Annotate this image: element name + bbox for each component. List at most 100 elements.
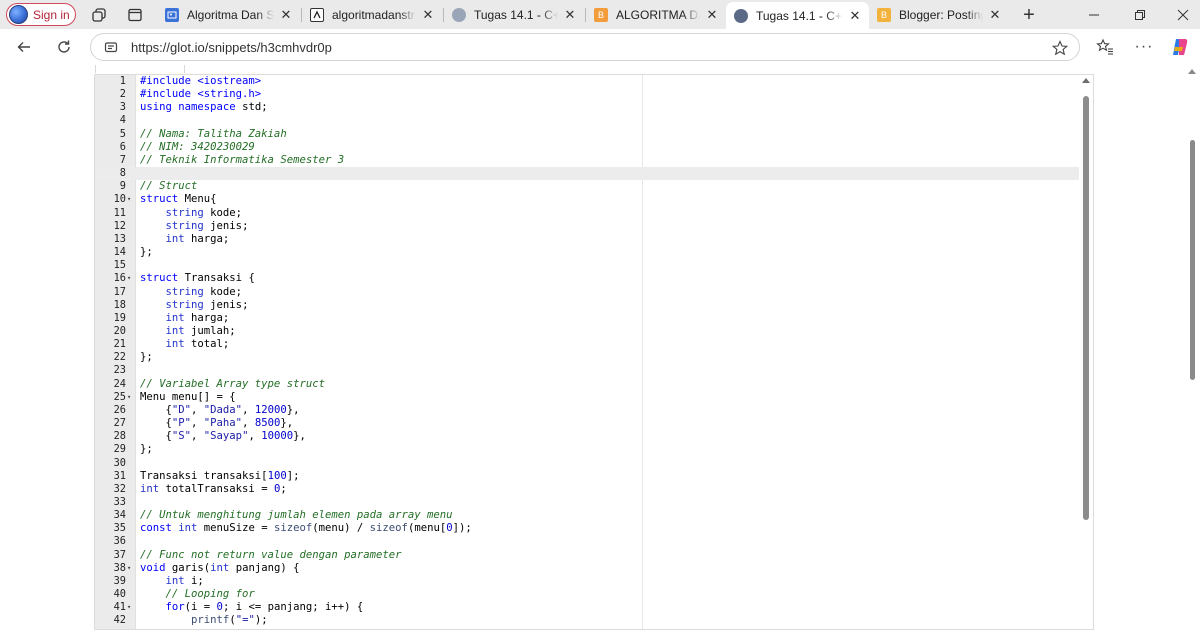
code-line[interactable]: 28 {"S", "Sayap", 10000}, bbox=[95, 430, 1093, 443]
close-tab-icon[interactable]: ✕ bbox=[847, 8, 863, 24]
code-line[interactable]: 20 int jumlah; bbox=[95, 325, 1093, 338]
code-text: // Nama: Talitha Zakiah bbox=[140, 127, 287, 140]
code-line[interactable]: 26 {"D", "Dada", 12000}, bbox=[95, 404, 1093, 417]
code-lines[interactable]: 1 #include <iostream> 2 #include <string.h>… bbox=[95, 75, 1093, 628]
close-tab-icon[interactable]: ✕ bbox=[278, 7, 294, 23]
code-line[interactable]: 3 using namespace std; bbox=[95, 101, 1093, 114]
code-text: int harga; bbox=[165, 232, 230, 245]
code-line[interactable]: 7 // Teknik Informatika Semester 3 bbox=[95, 154, 1093, 167]
site-info-icon[interactable] bbox=[103, 39, 119, 55]
code-line[interactable]: 42 printf("="); bbox=[95, 614, 1093, 627]
code-text: // NIM: 3420230029 bbox=[140, 140, 255, 153]
tab-algoritmadanstruktur[interactable]: algoritmadanstruktur ✕ bbox=[302, 2, 442, 28]
code-line[interactable]: 35 const int menuSize = sizeof(menu) / si… bbox=[95, 522, 1093, 535]
new-tab-button[interactable]: + bbox=[1018, 4, 1040, 26]
code-line[interactable]: 16 ▾ struct Transaksi { bbox=[95, 272, 1093, 285]
fold-toggle-icon[interactable]: ▾ bbox=[127, 391, 135, 404]
code-line[interactable]: 1 #include <iostream> bbox=[95, 75, 1093, 88]
code-line[interactable]: 23 bbox=[95, 364, 1093, 377]
tab-actions-icon[interactable] bbox=[125, 5, 145, 25]
code-editor[interactable]: 1 #include <iostream> 2 #include <string.h>… bbox=[94, 74, 1094, 630]
code-line[interactable]: 34 // Untuk menghitung jumlah elemen pada… bbox=[95, 509, 1093, 522]
favorites-icon[interactable] bbox=[1093, 35, 1117, 59]
code-text: int totalTransaksi = 0; bbox=[140, 482, 287, 495]
tab-blogger-postingan[interactable]: B Blogger: Postingan ✕ bbox=[869, 2, 1009, 28]
tab-algoritma-dan-struktur[interactable]: B ALGORITMA DAN STRUKTUR ✕ bbox=[586, 2, 726, 28]
code-line[interactable]: 21 int total; bbox=[95, 338, 1093, 351]
code-line[interactable]: 8 bbox=[95, 167, 1093, 181]
close-tab-icon[interactable]: ✕ bbox=[987, 7, 1003, 23]
close-tab-icon[interactable]: ✕ bbox=[562, 7, 578, 23]
code-line[interactable]: 30 bbox=[95, 457, 1093, 470]
code-line[interactable]: 4 bbox=[95, 114, 1093, 127]
code-line[interactable]: 36 bbox=[95, 535, 1093, 548]
tab-algoritma-struktur-data[interactable]: Algoritma Dan Struktur Data ✕ bbox=[157, 2, 300, 28]
refresh-button[interactable] bbox=[52, 35, 76, 59]
fold-toggle-icon[interactable]: ▾ bbox=[127, 562, 135, 575]
page-scrollbar[interactable] bbox=[1184, 65, 1200, 630]
code-line[interactable]: 13 int harga; bbox=[95, 233, 1093, 246]
scroll-up-icon[interactable] bbox=[1188, 69, 1196, 74]
snippet-file-tab[interactable] bbox=[95, 65, 185, 73]
tab-tugas-14-1-a[interactable]: Tugas 14.1 - C++ Snippet ✕ bbox=[444, 2, 584, 28]
code-line[interactable]: 29}; bbox=[95, 443, 1093, 456]
fold-toggle-icon[interactable]: ▾ bbox=[127, 601, 135, 614]
app-dark-icon bbox=[310, 8, 324, 22]
code-line[interactable]: 41 ▾ for(i = 0; i <= panjang; i++) { bbox=[95, 601, 1093, 614]
scroll-up-icon[interactable] bbox=[1082, 78, 1090, 83]
line-number: 3 bbox=[119, 101, 126, 114]
line-number: 33 bbox=[113, 496, 126, 508]
code-line[interactable]: 25 ▾ Menu menu[] = { bbox=[95, 391, 1093, 404]
code-text: using namespace std; bbox=[140, 101, 268, 114]
more-options-icon[interactable]: ··· bbox=[1132, 35, 1156, 59]
code-line[interactable]: 15 bbox=[95, 259, 1093, 272]
close-tab-icon[interactable]: ✕ bbox=[704, 7, 720, 23]
code-text: string jenis; bbox=[165, 298, 249, 311]
code-line[interactable]: 37 // Func not return value dengan parame… bbox=[95, 549, 1093, 562]
code-line[interactable]: 6 // NIM: 3420230029 bbox=[95, 141, 1093, 154]
editor-scrollbar[interactable] bbox=[1079, 75, 1093, 629]
restore-icon[interactable] bbox=[1129, 4, 1151, 26]
code-line[interactable]: 9 // Struct bbox=[95, 180, 1093, 193]
line-number: 25 bbox=[113, 390, 126, 403]
code-text: // Looping for bbox=[140, 588, 255, 601]
code-line[interactable]: 22}; bbox=[95, 351, 1093, 364]
fold-toggle-icon[interactable]: ▾ bbox=[127, 193, 135, 206]
code-line[interactable]: 24 // Variabel Array type struct bbox=[95, 378, 1093, 391]
copilot-icon[interactable] bbox=[1168, 35, 1192, 59]
workspaces-icon[interactable] bbox=[89, 5, 109, 25]
code-text: #include <string.h> bbox=[140, 88, 262, 101]
code-text: string kode; bbox=[165, 206, 243, 219]
code-text: // Struct bbox=[140, 180, 198, 193]
code-line[interactable]: 12 string jenis; bbox=[95, 220, 1093, 233]
docs-blue-icon bbox=[165, 8, 179, 22]
tab-tugas-14-1-active[interactable]: Tugas 14.1 - C++ Snippet ✕ bbox=[726, 2, 869, 29]
code-line[interactable]: 18 string jenis; bbox=[95, 299, 1093, 312]
code-line[interactable]: 5 // Nama: Talitha Zakiah bbox=[95, 128, 1093, 141]
signin-button[interactable]: Sign in bbox=[6, 3, 76, 26]
code-line[interactable]: 32 int totalTransaksi = 0; bbox=[95, 483, 1093, 496]
code-line[interactable]: 19 int harga; bbox=[95, 312, 1093, 325]
code-line[interactable]: 38 ▾ void garis(int panjang) { bbox=[95, 562, 1093, 575]
code-line[interactable]: 2 #include <string.h> bbox=[95, 88, 1093, 101]
favorite-star-icon[interactable] bbox=[1051, 39, 1069, 57]
code-line[interactable]: 39 int i; bbox=[95, 575, 1093, 588]
code-line[interactable]: 11 string kode; bbox=[95, 207, 1093, 220]
code-line[interactable]: 27 {"P", "Paha", 8500}, bbox=[95, 417, 1093, 430]
back-button[interactable] bbox=[12, 35, 36, 59]
close-tab-icon[interactable]: ✕ bbox=[420, 7, 436, 23]
fold-toggle-icon[interactable]: ▾ bbox=[127, 272, 135, 285]
code-line[interactable]: 17 string kode; bbox=[95, 286, 1093, 299]
code-line[interactable]: 31 Transaksi transaksi[100]; bbox=[95, 470, 1093, 483]
address-bar[interactable]: https://glot.io/snippets/h3cmhvdr0p bbox=[90, 33, 1080, 61]
editor-scroll-thumb[interactable] bbox=[1083, 96, 1089, 520]
code-line[interactable]: 14}; bbox=[95, 246, 1093, 259]
code-line[interactable]: 10 ▾ struct Menu{ bbox=[95, 193, 1093, 206]
page-scroll-thumb[interactable] bbox=[1190, 140, 1195, 380]
close-window-icon[interactable] bbox=[1172, 4, 1194, 26]
minimize-icon[interactable] bbox=[1083, 4, 1105, 26]
code-line[interactable]: 33 bbox=[95, 496, 1093, 509]
code-text: printf("="); bbox=[191, 614, 268, 627]
code-line[interactable]: 40 // Looping for bbox=[95, 588, 1093, 601]
line-number: 1 bbox=[119, 75, 126, 87]
